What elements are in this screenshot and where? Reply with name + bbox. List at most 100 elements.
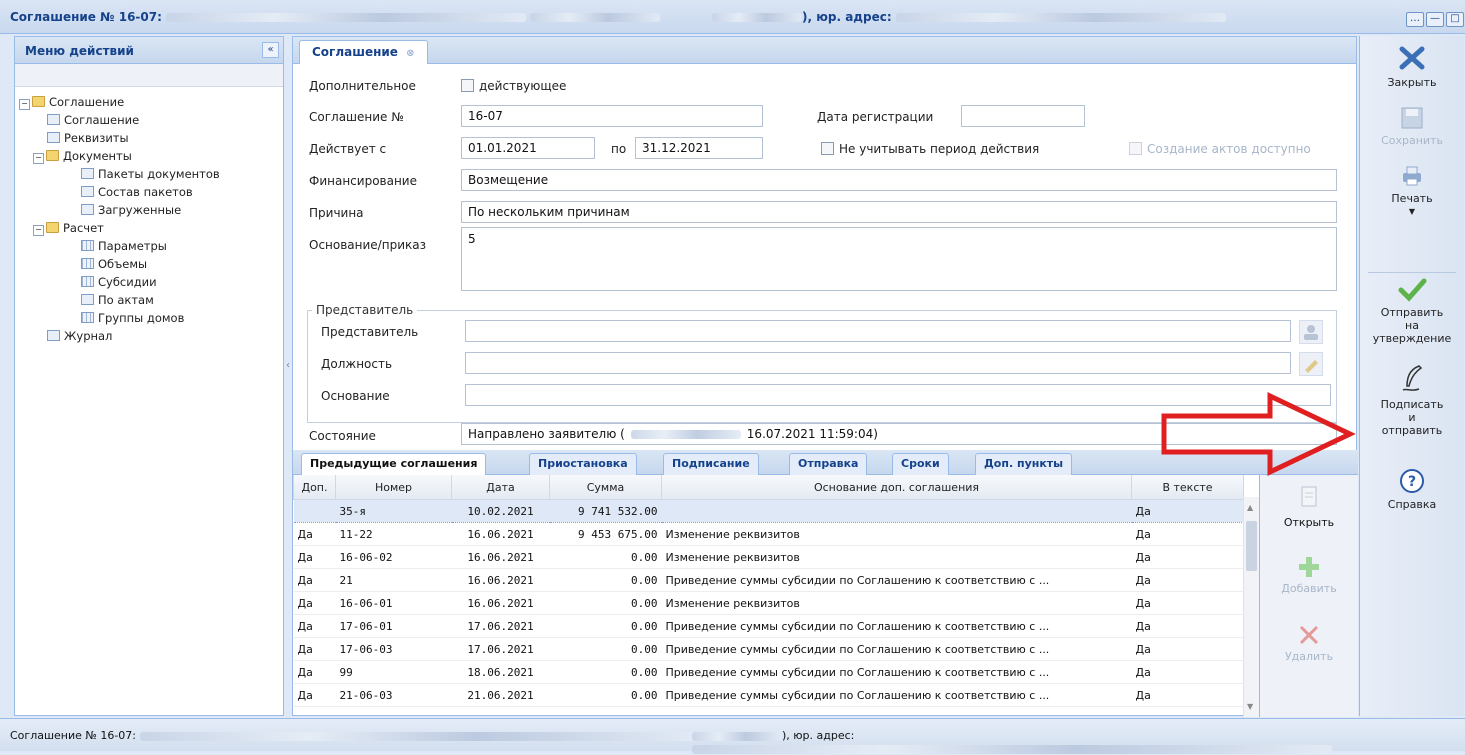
grid-icon <box>81 276 94 287</box>
cell-in-text: Да <box>1131 614 1244 638</box>
save-button[interactable]: Сохранить <box>1360 106 1464 147</box>
table-row[interactable]: Да 16-06-01 16.06.2021 0.00 Изменение реквиз… <box>293 591 1244 615</box>
window-more-button[interactable]: … <box>1406 12 1424 27</box>
tree-item-agreement[interactable]: Соглашение <box>47 111 139 129</box>
table-row[interactable]: Да 17-06-03 17.06.2021 0.00 Приведение суммы… <box>293 637 1244 661</box>
representative-field[interactable] <box>465 320 1291 342</box>
ignore-period-checkbox[interactable]: Не учитывать период действия <box>821 142 1039 156</box>
table-row[interactable]: Да 16-06-02 16.06.2021 0.00 Изменение реквиз… <box>293 545 1244 569</box>
form-icon <box>81 186 94 197</box>
grid-icon <box>81 240 94 251</box>
basis-field[interactable]: 5 <box>461 227 1337 291</box>
col-header-basis[interactable]: Основание доп. соглашения <box>661 475 1132 500</box>
form-icon <box>47 330 60 341</box>
tab-additional-items[interactable]: Доп. пункты <box>975 453 1073 475</box>
active-checkbox[interactable]: действующее <box>461 79 566 93</box>
table-row[interactable]: Да 17-06-01 17.06.2021 0.00 Приведение суммы… <box>293 614 1244 638</box>
cell-number: 17-06-01 <box>335 614 452 638</box>
reg-date-field[interactable] <box>961 105 1085 127</box>
maximize-button[interactable]: □ <box>1446 12 1464 27</box>
tab-signing[interactable]: Подписание <box>663 453 759 475</box>
sign-and-send-button[interactable]: Подписать и отправить <box>1360 364 1464 437</box>
form-icon <box>47 114 60 125</box>
collapse-panel-button[interactable]: « <box>262 42 279 58</box>
col-header-in-text[interactable]: В тексте <box>1131 475 1244 500</box>
window-title: Соглашение № 16-07: <box>10 10 661 24</box>
tab-sending[interactable]: Отправка <box>789 453 868 475</box>
grid-action-buttons: Открыть Добавить Удалить <box>1260 475 1358 717</box>
reason-field[interactable]: По нескольким причинам <box>461 201 1337 223</box>
document-icon <box>1301 486 1317 507</box>
tree-item-requisites[interactable]: Реквизиты <box>47 129 129 147</box>
help-icon: ? <box>1400 469 1424 493</box>
tree-item-agreement-folder[interactable]: − Соглашение <box>19 93 124 111</box>
grid-scrollbar[interactable]: ▲ ▼ <box>1243 497 1259 717</box>
position-field[interactable] <box>465 352 1291 374</box>
scroll-down-icon[interactable]: ▼ <box>1247 702 1253 711</box>
checkbox-icon[interactable] <box>461 79 474 92</box>
table-row[interactable]: Да 21 16.06.2021 0.00 Приведение суммы субси… <box>293 568 1244 592</box>
financing-label: Финансирование <box>309 174 417 188</box>
select-person-button[interactable] <box>1299 320 1323 344</box>
send-for-approval-button[interactable]: Отправить на утверждение <box>1360 276 1464 345</box>
tree-toggle[interactable]: − <box>33 153 44 164</box>
table-row[interactable]: 35-я 10.02.2021 9 741 532.00 Да <box>293 499 1244 523</box>
checkbox-icon[interactable] <box>821 142 834 155</box>
tab-previous-agreements[interactable]: Предыдущие соглашения <box>301 453 487 476</box>
tree-item-calculation-folder[interactable]: − Расчет <box>33 219 104 237</box>
scroll-up-icon[interactable]: ▲ <box>1247 503 1253 512</box>
agreement-no-field[interactable]: 16-07 <box>461 105 763 127</box>
scroll-thumb[interactable] <box>1246 521 1257 571</box>
tab-deadlines[interactable]: Сроки <box>892 453 949 475</box>
tree-toggle[interactable]: − <box>19 99 30 110</box>
delete-button[interactable]: Удалить <box>1260 623 1358 663</box>
tree-item-uploaded[interactable]: Загруженные <box>81 201 181 219</box>
open-button[interactable]: Открыть <box>1260 485 1358 529</box>
valid-from-field[interactable]: 01.01.2021 <box>461 137 595 159</box>
print-button[interactable]: Печать ▼ <box>1360 164 1464 218</box>
close-tab-icon[interactable]: ⊗ <box>406 48 414 59</box>
grid-icon <box>81 258 94 269</box>
valid-to-field[interactable]: 31.12.2021 <box>635 137 763 159</box>
window-titlebar: Соглашение № 16-07: ), юр. адрес: … — □ <box>0 0 1465 34</box>
table-row[interactable]: Да 21-06-03 21.06.2021 0.00 Приведение суммы… <box>293 683 1244 707</box>
table-row[interactable]: Да 11-22 16.06.2021 9 453 675.00 Изменение р… <box>293 522 1244 546</box>
quill-pen-icon <box>1402 365 1423 391</box>
tree-item-house-groups[interactable]: Группы домов <box>81 309 184 327</box>
col-header-date[interactable]: Дата <box>451 475 550 500</box>
tree-item-document-packages[interactable]: Пакеты документов <box>81 165 220 183</box>
tree-item-volumes[interactable]: Объемы <box>81 255 147 273</box>
tree-item-package-contents[interactable]: Состав пакетов <box>81 183 193 201</box>
col-header-amount[interactable]: Сумма <box>549 475 662 500</box>
col-header-additional[interactable]: Доп. <box>293 475 336 500</box>
action-menu-panel: Меню действий « − Соглашение Соглашение Р… <box>14 36 284 716</box>
tree-item-journal[interactable]: Журнал <box>47 327 112 345</box>
cell-amount: 0.00 <box>549 568 662 592</box>
tree-item-subsidies[interactable]: Субсидии <box>81 273 157 291</box>
edit-position-button[interactable] <box>1299 352 1323 376</box>
tree-toggle[interactable]: − <box>33 225 44 236</box>
table-body: 35-я 10.02.2021 9 741 532.00 Да Да 11-22 16.06… <box>293 499 1244 707</box>
tab-suspension[interactable]: Приостановка <box>529 453 637 475</box>
cell-basis: Изменение реквизитов <box>661 522 1132 546</box>
cell-basis: Приведение суммы субсидии по Соглашению … <box>661 683 1132 707</box>
add-button[interactable]: Добавить <box>1260 555 1358 595</box>
col-header-number[interactable]: Номер <box>335 475 452 500</box>
dropdown-arrow-icon[interactable]: ▼ <box>1360 205 1464 218</box>
tab-agreement[interactable]: Соглашение ⊗ <box>299 40 428 64</box>
cell-basis: Приведение суммы субсидии по Соглашению … <box>661 660 1132 684</box>
financing-field[interactable]: Возмещение <box>461 169 1337 191</box>
cell-amount: 0.00 <box>549 591 662 615</box>
help-button[interactable]: ? Справка <box>1360 468 1464 511</box>
cell-date: 16.06.2021 <box>451 591 550 615</box>
tree-item-parameters[interactable]: Параметры <box>81 237 167 255</box>
minimize-button[interactable]: — <box>1426 12 1444 27</box>
tree-item-documents-folder[interactable]: − Документы <box>33 147 132 165</box>
table-header-row: Доп. Номер Дата Сумма Основание доп. сог… <box>293 475 1244 500</box>
close-button[interactable]: Закрыть <box>1360 44 1464 89</box>
tree-item-by-acts[interactable]: По актам <box>81 291 154 309</box>
table-row[interactable]: Да 99 18.06.2021 0.00 Приведение суммы субси… <box>293 660 1244 684</box>
cell-in-text: Да <box>1131 591 1244 615</box>
splitter-handle[interactable]: ‹ <box>286 360 290 390</box>
cell-additional: Да <box>293 637 336 661</box>
